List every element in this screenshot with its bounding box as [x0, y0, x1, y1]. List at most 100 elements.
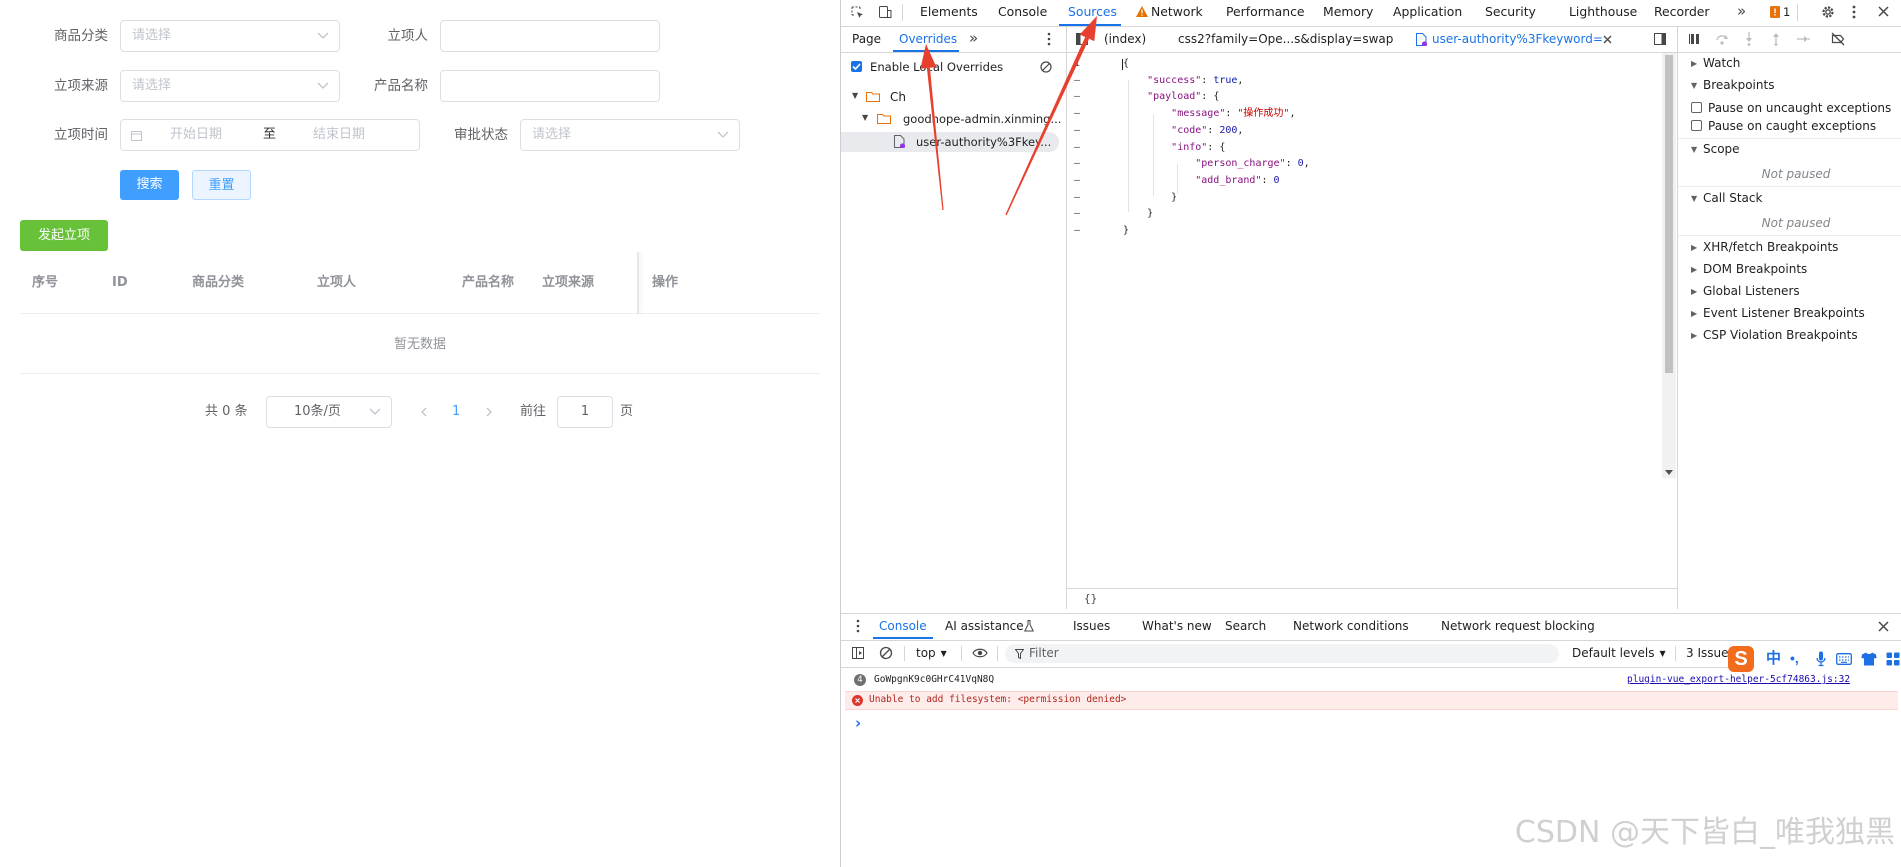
more-options-icon[interactable]: [1852, 5, 1856, 19]
editor-tab-index[interactable]: (index): [1104, 27, 1146, 51]
context-selector[interactable]: top ▼: [916, 641, 947, 666]
tree-item-folder[interactable]: ▼ goodhope-admin.xinming...: [841, 110, 1066, 128]
csp-breakpoints-section[interactable]: ▶ CSP Violation Breakpoints: [1691, 326, 1858, 345]
log-levels-dropdown[interactable]: Default levels ▼: [1572, 641, 1666, 666]
scroll-down-icon[interactable]: [1665, 470, 1673, 476]
deactivate-breakpoints-icon[interactable]: [1831, 32, 1845, 46]
tab-recorder[interactable]: Recorder: [1654, 0, 1710, 24]
console-sidebar-icon[interactable]: [851, 646, 865, 660]
tab-performance[interactable]: Performance: [1226, 0, 1305, 24]
navigator-menu-icon[interactable]: [1047, 32, 1051, 46]
tree-item-file-selected[interactable]: user-authority%3Fkey...: [841, 132, 1059, 152]
tree-item-folder[interactable]: ▼ Ch: [841, 88, 1066, 106]
drawer-tab-network-conditions[interactable]: Network conditions: [1293, 614, 1409, 638]
line-number[interactable]: –: [1067, 223, 1087, 239]
scope-section[interactable]: ▼ Scope: [1691, 140, 1740, 159]
step-over-icon[interactable]: [1715, 33, 1729, 45]
call-stack-section[interactable]: ▼ Call Stack: [1691, 189, 1762, 208]
goto-page-input[interactable]: 1: [557, 396, 613, 428]
tab-network[interactable]: Network: [1151, 0, 1203, 24]
breakpoints-section[interactable]: ▼ Breakpoints: [1691, 76, 1774, 95]
more-tabs-button[interactable]: »: [1737, 0, 1746, 23]
close-tab-icon[interactable]: [1603, 35, 1612, 44]
line-number[interactable]: –: [1067, 190, 1087, 206]
console-prompt[interactable]: ›: [855, 713, 861, 733]
editor-tab-css[interactable]: css2?family=Ope...s&display=swap: [1178, 27, 1393, 51]
tab-elements[interactable]: Elements: [920, 0, 978, 24]
search-button[interactable]: 搜索: [120, 170, 179, 200]
pretty-print-button[interactable]: {}: [1084, 587, 1097, 611]
keyboard-icon[interactable]: [1836, 653, 1852, 665]
current-page[interactable]: 1: [452, 396, 460, 428]
create-project-button[interactable]: 发起立项: [20, 220, 108, 251]
microphone-icon[interactable]: [1816, 651, 1826, 667]
nav-more-button[interactable]: »: [969, 26, 978, 50]
pause-caught-option[interactable]: Pause on caught exceptions: [1691, 117, 1876, 135]
nav-tab-overrides[interactable]: Overrides: [899, 27, 957, 51]
line-number[interactable]: –: [1067, 206, 1087, 222]
pause-uncaught-checkbox[interactable]: [1691, 102, 1702, 113]
drawer-tab-whats-new[interactable]: What's new: [1142, 614, 1212, 638]
issues-flag-icon[interactable]: [1770, 6, 1780, 18]
skin-shirt-icon[interactable]: [1861, 652, 1877, 666]
initiator-input[interactable]: [440, 20, 660, 52]
drawer-tab-console[interactable]: Console: [879, 614, 927, 638]
ime-mode-toggle[interactable]: 中: [1766, 650, 1781, 668]
console-filter-input[interactable]: Filter: [1005, 644, 1559, 663]
toolbox-grid-icon[interactable]: [1886, 652, 1900, 666]
clear-overrides-icon[interactable]: [1040, 61, 1052, 73]
ime-logo[interactable]: S: [1728, 646, 1754, 672]
drawer-tab-network-request-blocking[interactable]: Network request blocking: [1441, 614, 1595, 638]
enable-overrides-checkbox[interactable]: [851, 61, 862, 72]
nav-tab-page[interactable]: Page: [852, 27, 881, 51]
source-select[interactable]: 请选择: [120, 70, 340, 102]
step-out-icon[interactable]: [1770, 32, 1782, 46]
pause-icon[interactable]: [1689, 33, 1701, 45]
close-devtools-icon[interactable]: [1878, 6, 1889, 17]
editor-tab-user-authority[interactable]: user-authority%3Fkeyword=: [1432, 27, 1603, 51]
drawer-tab-issues[interactable]: Issues: [1073, 614, 1110, 638]
toggle-debugger-icon[interactable]: [1653, 32, 1667, 46]
pause-caught-checkbox[interactable]: [1691, 120, 1702, 131]
scrollbar-thumb[interactable]: [1665, 55, 1673, 373]
line-number[interactable]: –: [1067, 140, 1087, 156]
tab-application[interactable]: Application: [1393, 0, 1462, 24]
tab-lighthouse[interactable]: Lighthouse: [1569, 0, 1637, 24]
step-into-icon[interactable]: [1743, 32, 1755, 46]
tab-console[interactable]: Console: [998, 0, 1047, 24]
settings-gear-icon[interactable]: [1821, 5, 1835, 19]
watch-section[interactable]: ▶ Watch: [1691, 54, 1740, 73]
tab-security[interactable]: Security: [1485, 0, 1536, 24]
approval-select[interactable]: 请选择: [520, 119, 740, 151]
global-listeners-section[interactable]: ▶ Global Listeners: [1691, 282, 1800, 301]
tab-memory[interactable]: Memory: [1323, 0, 1373, 24]
tab-sources[interactable]: Sources: [1068, 0, 1117, 24]
eye-icon[interactable]: [972, 648, 988, 658]
xhr-breakpoints-section[interactable]: ▶ XHR/fetch Breakpoints: [1691, 238, 1838, 257]
next-page-icon[interactable]: [485, 407, 493, 417]
drawer-menu-icon[interactable]: [856, 619, 860, 633]
line-number[interactable]: 1: [1067, 56, 1087, 72]
reset-button[interactable]: 重置: [192, 170, 251, 200]
line-number[interactable]: –: [1067, 73, 1087, 89]
line-number[interactable]: –: [1067, 156, 1087, 172]
category-select[interactable]: 请选择: [120, 20, 340, 52]
code-editor[interactable]: 1{– "success": true, – "payload": {– "mes…: [1067, 56, 1627, 576]
close-drawer-icon[interactable]: [1878, 621, 1889, 632]
line-number[interactable]: –: [1067, 106, 1087, 122]
line-number[interactable]: –: [1067, 173, 1087, 189]
editor-scrollbar[interactable]: [1662, 53, 1676, 478]
clear-console-icon[interactable]: [879, 646, 893, 660]
date-range-picker[interactable]: 开始日期 至 结束日期: [120, 119, 420, 151]
toggle-navigator-icon[interactable]: [1075, 32, 1089, 46]
device-toolbar-icon[interactable]: [878, 5, 892, 19]
drawer-tab-ai-assistance[interactable]: AI assistance: [945, 614, 1024, 638]
inspect-element-icon[interactable]: [851, 6, 864, 19]
ime-punctuation-toggle[interactable]: •,: [1790, 649, 1799, 667]
console-source-link[interactable]: plugin-vue_export-helper-5cf74863.js:32: [1627, 674, 1850, 686]
step-icon[interactable]: [1796, 33, 1810, 45]
dom-breakpoints-section[interactable]: ▶ DOM Breakpoints: [1691, 260, 1807, 279]
line-number[interactable]: –: [1067, 89, 1087, 105]
pause-uncaught-option[interactable]: Pause on uncaught exceptions: [1691, 99, 1891, 117]
event-listener-breakpoints-section[interactable]: ▶ Event Listener Breakpoints: [1691, 304, 1865, 323]
